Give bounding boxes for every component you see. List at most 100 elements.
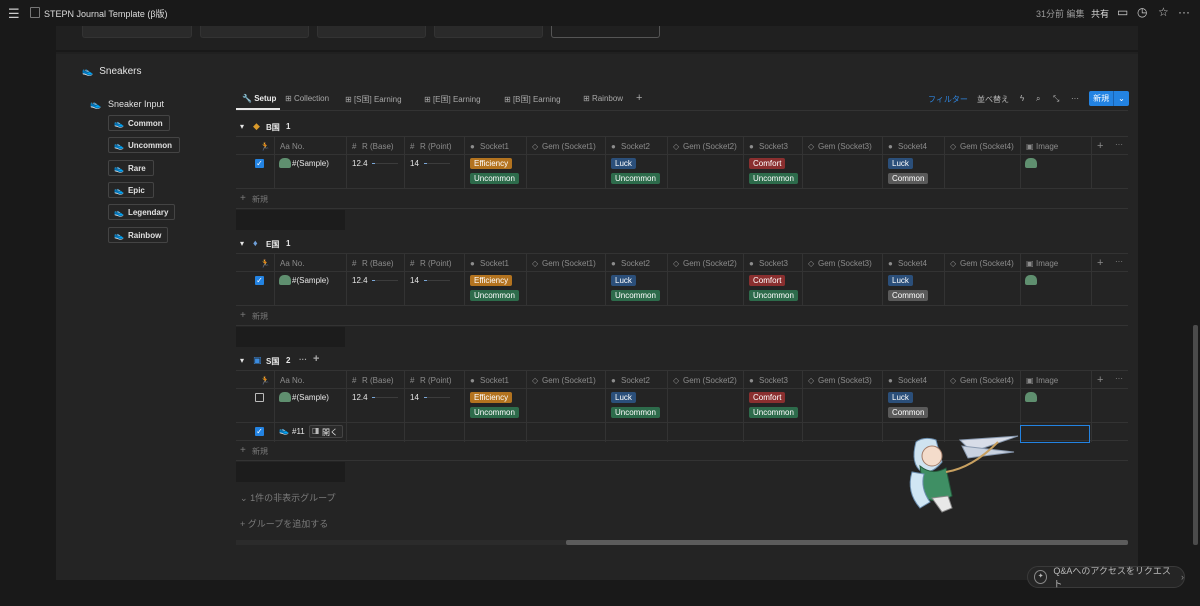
socket-type-pill[interactable]: Comfort [749, 392, 786, 403]
column-header[interactable]: Socket1 [480, 376, 509, 385]
row-checkbox[interactable] [255, 159, 264, 168]
sort-button[interactable]: 並べ替え [977, 94, 1009, 105]
r-point-value[interactable]: 14 [410, 159, 419, 168]
selected-cell[interactable] [1020, 425, 1090, 443]
socket-type-pill[interactable]: Luck [611, 392, 636, 403]
socket-rarity-pill[interactable]: Common [888, 290, 929, 301]
group-name[interactable]: E国 [266, 239, 279, 250]
rarity-tag-uncommon[interactable]: 👟 Uncommon [108, 137, 180, 153]
socket-rarity-pill[interactable]: Uncommon [749, 173, 798, 184]
calculate-row[interactable] [236, 327, 345, 347]
share-button[interactable]: 共有 [1091, 7, 1109, 20]
column-header[interactable]: Gem (Socket4) [960, 259, 1014, 268]
socket-type-pill[interactable]: Luck [611, 158, 636, 169]
column-header[interactable]: R (Point) [420, 376, 452, 385]
new-row-button[interactable]: 新規 [252, 194, 268, 205]
tab-s-earning[interactable]: ⊞ [S国] Earning [345, 94, 402, 105]
add-view-icon[interactable]: + [636, 92, 642, 104]
column-header[interactable]: R (Base) [362, 259, 394, 268]
rarity-tag-legendary[interactable]: 👟 Legendary [108, 204, 175, 220]
r-base-value[interactable]: 12.4 [352, 393, 368, 402]
column-header[interactable]: Image [1036, 376, 1058, 385]
socket-rarity-pill[interactable]: Uncommon [611, 173, 660, 184]
new-row-button[interactable]: 新規 [252, 446, 268, 457]
hidden-groups-toggle[interactable]: ⌄ 1件の非表示グループ [240, 491, 336, 504]
new-row-button[interactable]: 新規 [252, 311, 268, 322]
socket-type-pill[interactable]: Efficiency [470, 392, 513, 403]
calculate-row[interactable] [236, 210, 345, 230]
socket-type-pill[interactable]: Comfort [749, 275, 786, 286]
socket-rarity-pill[interactable]: Common [888, 173, 929, 184]
filter-button[interactable]: フィルター [928, 94, 968, 105]
column-header[interactable]: Image [1036, 142, 1058, 151]
column-header[interactable]: Gem (Socket3) [818, 142, 872, 151]
sneaker-image[interactable] [1025, 158, 1037, 168]
group-collapse-icon[interactable]: ▾ [240, 239, 244, 248]
column-header[interactable]: Gem (Socket4) [960, 142, 1014, 151]
plus-icon[interactable]: + [240, 445, 246, 456]
vertical-scrollbar[interactable] [1193, 325, 1198, 545]
column-header[interactable]: No. [292, 259, 304, 268]
scrollbar-thumb[interactable] [566, 540, 1128, 545]
r-point-value[interactable]: 14 [410, 393, 419, 402]
more-icon[interactable]: ··· [1115, 140, 1123, 149]
comment-icon[interactable]: ▭ [1117, 5, 1128, 19]
socket-type-pill[interactable]: Luck [888, 158, 913, 169]
clock-icon[interactable]: ◷ [1137, 5, 1147, 19]
rarity-tag-common[interactable]: 👟 Common [108, 115, 170, 131]
socket-rarity-pill[interactable]: Common [888, 407, 929, 418]
add-group-button[interactable]: + グループを追加する [240, 517, 328, 530]
column-header[interactable]: Image [1036, 259, 1058, 268]
star-icon[interactable]: ☆ [1158, 5, 1169, 19]
plus-icon[interactable]: + [240, 193, 246, 204]
column-header[interactable]: Gem (Socket2) [683, 259, 737, 268]
lightning-icon[interactable]: ϟ [1020, 94, 1024, 103]
socket-type-pill[interactable]: Luck [611, 275, 636, 286]
add-column-icon[interactable]: + [1097, 140, 1103, 152]
sneaker-name[interactable]: #(Sample) [292, 276, 329, 285]
group-collapse-icon[interactable]: ▾ [240, 356, 244, 365]
socket-type-pill[interactable]: Comfort [749, 158, 786, 169]
sneaker-name[interactable]: #(Sample) [292, 393, 329, 402]
socket-type-pill[interactable]: Luck [888, 275, 913, 286]
group-name[interactable]: S国 [266, 356, 279, 367]
column-header[interactable]: No. [292, 376, 304, 385]
sneaker-image[interactable] [1025, 392, 1037, 402]
socket-rarity-pill[interactable]: Uncommon [749, 290, 798, 301]
plus-icon[interactable]: + [240, 310, 246, 321]
tab-collection[interactable]: ⊞ Collection [285, 94, 329, 103]
column-header[interactable]: R (Point) [420, 259, 452, 268]
socket-rarity-pill[interactable]: Uncommon [470, 173, 519, 184]
sneaker-name[interactable]: #(Sample) [292, 159, 329, 168]
column-header[interactable]: Gem (Socket4) [960, 376, 1014, 385]
column-header[interactable]: Socket1 [480, 259, 509, 268]
sneaker-image[interactable] [1025, 275, 1037, 285]
column-header[interactable]: R (Base) [362, 142, 394, 151]
column-header[interactable]: Socket2 [621, 376, 650, 385]
socket-type-pill[interactable]: Efficiency [470, 275, 513, 286]
add-column-icon[interactable]: + [1097, 374, 1103, 386]
more-icon[interactable]: ··· [1115, 374, 1123, 383]
column-header[interactable]: Socket3 [759, 259, 788, 268]
row-checkbox[interactable] [255, 427, 264, 436]
socket-rarity-pill[interactable]: Uncommon [470, 290, 519, 301]
column-header[interactable]: Gem (Socket3) [818, 259, 872, 268]
socket-type-pill[interactable]: Efficiency [470, 158, 513, 169]
more-icon[interactable]: ··· [299, 355, 307, 364]
column-header[interactable]: Gem (Socket2) [683, 142, 737, 151]
column-header[interactable]: Socket3 [759, 376, 788, 385]
more-icon[interactable]: ··· [1071, 94, 1079, 103]
column-header[interactable]: Socket4 [898, 142, 927, 151]
column-header[interactable]: Socket4 [898, 259, 927, 268]
column-header[interactable]: Gem (Socket1) [542, 376, 596, 385]
column-header[interactable]: Socket2 [621, 142, 650, 151]
row-checkbox[interactable] [255, 393, 264, 402]
expand-icon[interactable]: ⤡ [1053, 94, 1059, 104]
column-header[interactable]: Socket4 [898, 376, 927, 385]
add-column-icon[interactable]: + [1097, 257, 1103, 269]
column-header[interactable]: Gem (Socket1) [542, 259, 596, 268]
socket-rarity-pill[interactable]: Uncommon [611, 407, 660, 418]
column-header[interactable]: Socket1 [480, 142, 509, 151]
menu-icon[interactable]: ☰ [8, 6, 20, 22]
r-point-value[interactable]: 14 [410, 276, 419, 285]
